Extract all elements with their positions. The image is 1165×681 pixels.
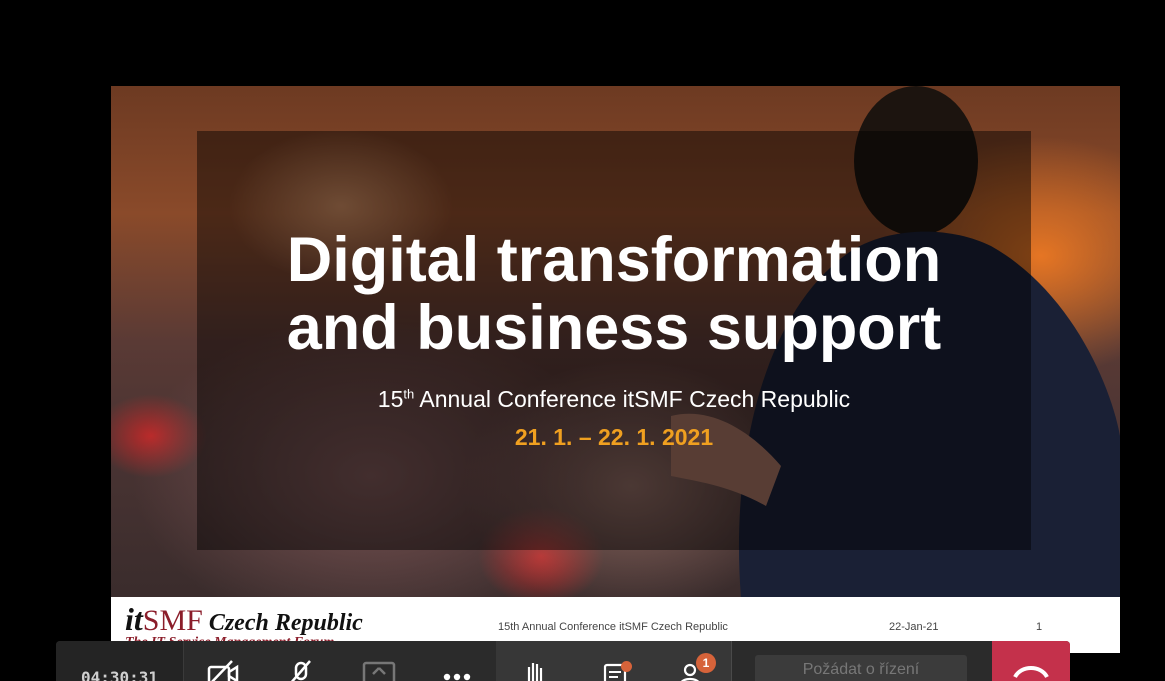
footer-conference-name: 15th Annual Conference itSMF Czech Repub… <box>498 621 728 633</box>
meeting-timer: 04:30:31 <box>56 641 184 681</box>
share-screen-button[interactable] <box>349 641 409 681</box>
share-screen-icon <box>362 661 396 681</box>
participants-count-badge: 1 <box>696 653 716 673</box>
meeting-controls-bar: 04:30:31 1 Požádat o řízení <box>56 641 1070 681</box>
microphone-toggle-button[interactable] <box>271 641 331 681</box>
subtitle-text: Annual Conference itSMF Czech Republic <box>414 386 851 412</box>
toolbar-divider <box>731 641 732 681</box>
logo-it: it <box>125 601 143 637</box>
subtitle-ordinal: th <box>403 386 415 402</box>
chat-button[interactable] <box>586 641 646 681</box>
subtitle-number: 15 <box>377 386 404 412</box>
hang-up-icon <box>1013 666 1049 679</box>
hang-up-button[interactable] <box>992 641 1070 681</box>
raise-hand-icon <box>527 663 543 681</box>
itsmf-logo: itSMF Czech Republic <box>125 601 363 638</box>
slide-dates: 21. 1. – 22. 1. 2021 <box>514 424 714 450</box>
footer-date: 22-Jan-21 <box>889 621 939 633</box>
footer-page-number: 1 <box>1036 621 1043 633</box>
mic-off-icon <box>290 660 311 681</box>
slide-title: Digital transformation and business supp… <box>197 226 1031 362</box>
slide-title-line2: and business support <box>286 293 942 363</box>
logo-country: Czech Republic <box>202 610 363 636</box>
chat-unread-dot <box>621 661 632 672</box>
logo-smf: SMF <box>142 604 203 637</box>
request-control-button[interactable]: Požádat o řízení <box>755 655 967 681</box>
more-options-button[interactable] <box>427 641 487 681</box>
more-options-icon <box>443 673 471 681</box>
slide-title-line1: Digital transformation <box>286 225 942 295</box>
slide-subtitle: 15th Annual Conference itSMF Czech Repub… <box>197 386 1031 413</box>
shared-slide: Digital transformation and business supp… <box>111 86 1120 653</box>
camera-toggle-button[interactable] <box>193 641 253 681</box>
raise-hand-button[interactable] <box>505 641 565 681</box>
camera-off-icon <box>207 660 239 681</box>
